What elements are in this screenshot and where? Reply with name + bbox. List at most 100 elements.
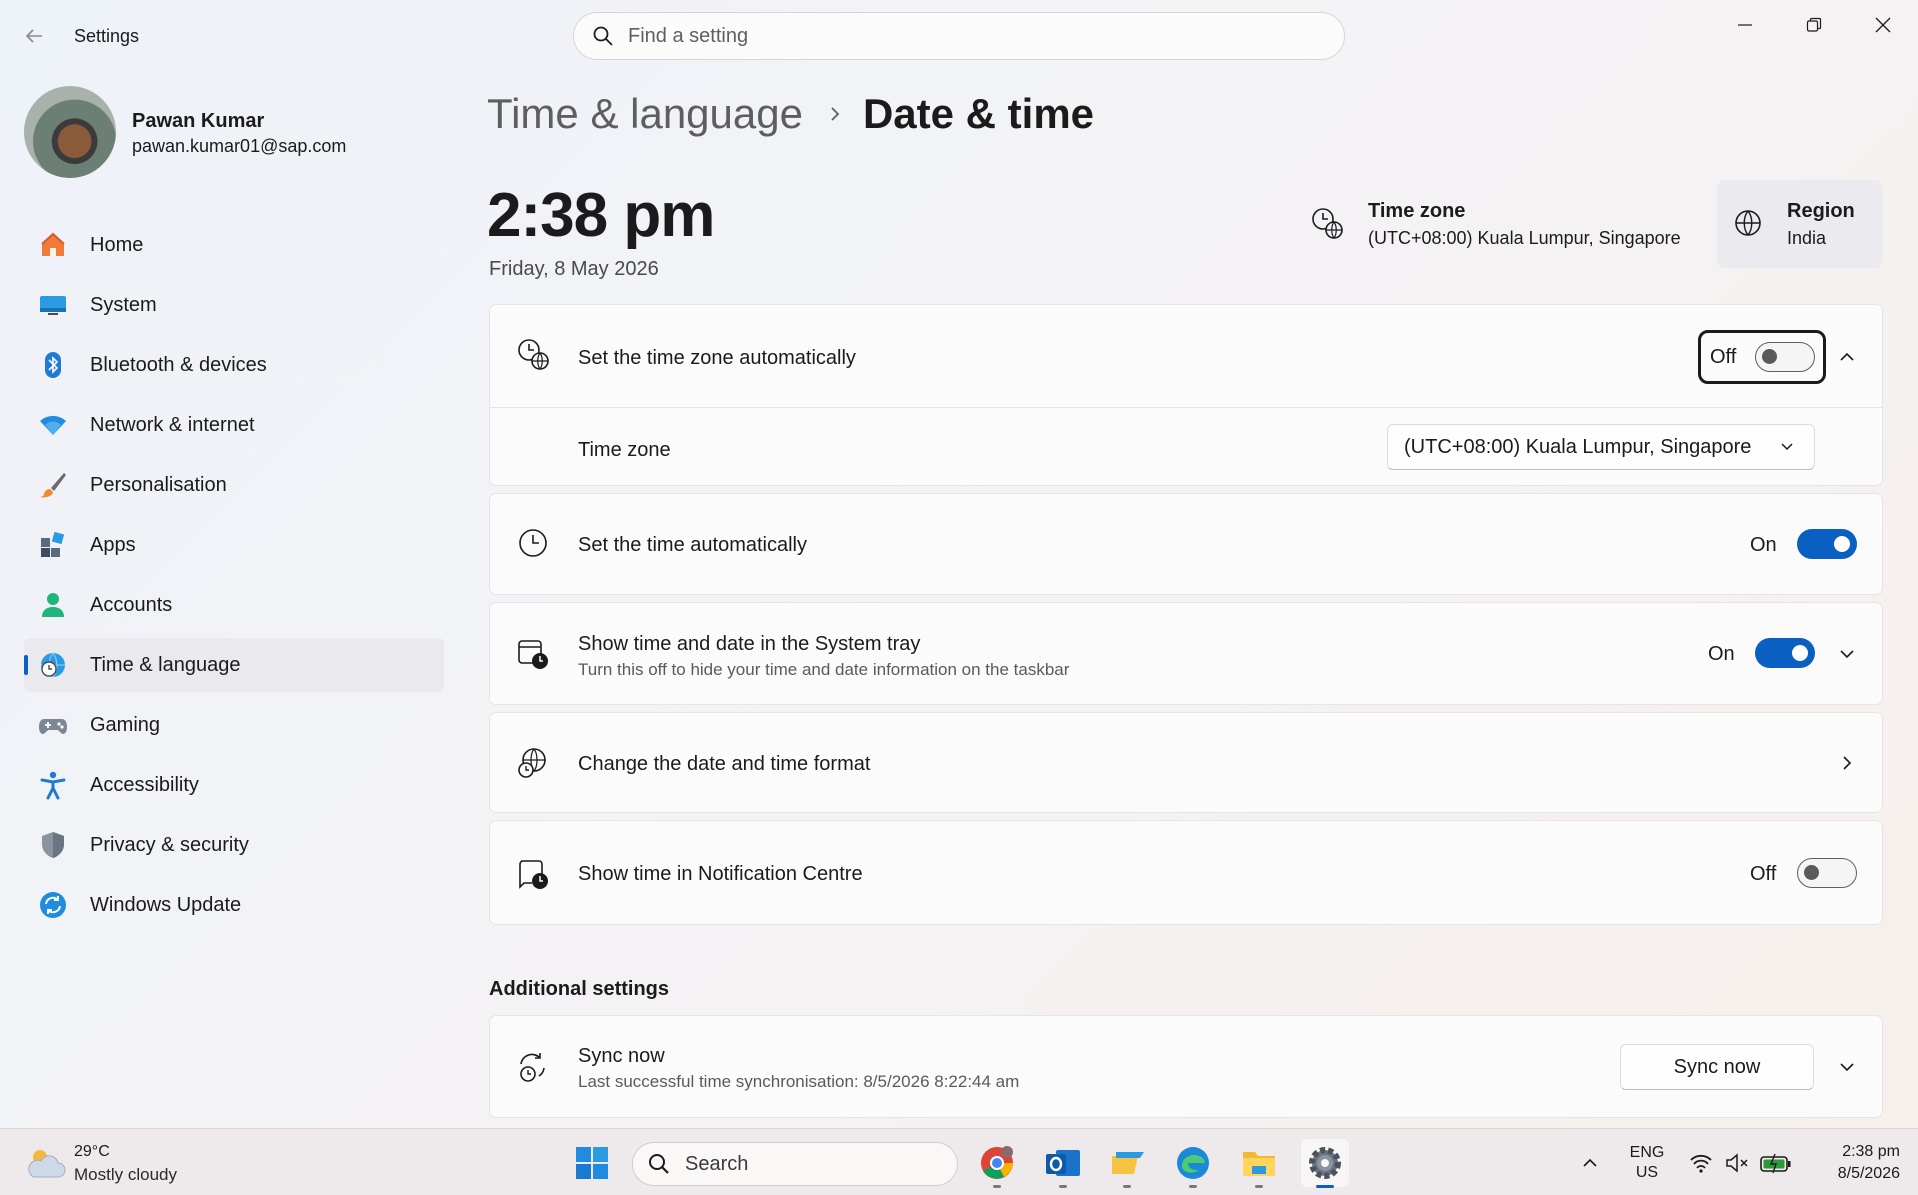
sidebar-item-label: Time & language <box>90 653 241 676</box>
minimize-button[interactable] <box>1722 10 1768 40</box>
weather-temp: 29°C <box>74 1143 110 1160</box>
chrome-icon <box>981 1146 1013 1179</box>
sidebar-item-label: Apps <box>90 533 136 556</box>
current-date: Friday, 8 May 2026 <box>489 258 659 280</box>
sidebar-item-privacy[interactable]: Privacy & security <box>24 818 444 872</box>
restore-button[interactable] <box>1791 10 1837 40</box>
auto-timezone-toggle[interactable] <box>1755 342 1815 372</box>
settings-search[interactable] <box>573 12 1345 60</box>
expand-button[interactable] <box>1832 1052 1862 1082</box>
battery-tray[interactable] <box>1760 1151 1792 1175</box>
sync-card: Sync now Last successful time synchronis… <box>489 1015 1883 1118</box>
sidebar-item-windows-update[interactable]: Windows Update <box>24 878 444 932</box>
bluetooth-icon <box>38 350 68 380</box>
calendar-clock-icon <box>516 637 550 671</box>
sync-now-button[interactable]: Sync now <box>1620 1044 1814 1090</box>
breadcrumb: Time & language Date & time <box>487 86 1094 142</box>
apps-icon <box>38 530 68 560</box>
running-indicator <box>1316 1185 1334 1188</box>
divider <box>490 407 1882 408</box>
notification-centre-toggle[interactable] <box>1797 858 1857 888</box>
system-tray-toggle[interactable] <box>1755 638 1815 668</box>
time-zone-dropdown[interactable]: (UTC+08:00) Kuala Lumpur, Singapore <box>1387 424 1815 470</box>
keyboard-region: US <box>1635 1164 1659 1181</box>
chevron-up-icon <box>1840 352 1854 361</box>
taskbar-app-file-explorer[interactable] <box>1235 1139 1283 1188</box>
sidebar-item-label: Privacy & security <box>90 833 249 856</box>
date-format-card[interactable]: Change the date and time format <box>489 712 1883 813</box>
sidebar-item-network[interactable]: Network & internet <box>24 398 444 452</box>
sidebar-item-accessibility[interactable]: Accessibility <box>24 758 444 812</box>
time-zone-value: (UTC+08:00) Kuala Lumpur, Singapore <box>1368 228 1681 248</box>
user-profile[interactable]: Pawan Kumar pawan.kumar01@sap.com <box>24 86 444 180</box>
avatar <box>24 86 116 178</box>
system-tray-card: Show time and date in the System tray Tu… <box>489 602 1883 705</box>
system-tray-state: On <box>1708 643 1735 665</box>
sync-clock-icon <box>516 1050 550 1084</box>
sync-subtitle: Last successful time synchronisation: 8/… <box>578 1072 1020 1091</box>
settings-icon <box>1309 1147 1341 1179</box>
globe-clock-icon <box>38 650 68 680</box>
network-tray[interactable] <box>1688 1151 1714 1175</box>
system-icon <box>38 290 68 320</box>
sidebar-item-personalisation[interactable]: Personalisation <box>24 458 444 512</box>
running-indicator <box>1123 1185 1131 1188</box>
back-button[interactable] <box>22 24 46 48</box>
start-button[interactable] <box>568 1139 616 1187</box>
time-zone-title: Time zone <box>1368 200 1466 222</box>
search-icon <box>593 26 613 46</box>
taskbar: 29°C Mostly cloudy Search ENG US 2:38 pm… <box>0 1128 1918 1195</box>
taskbar-app-edge[interactable] <box>1169 1139 1217 1188</box>
input-language[interactable]: ENG US <box>1622 1143 1672 1183</box>
additional-settings-heading: Additional settings <box>489 978 669 1000</box>
region-card[interactable]: Region India <box>1717 180 1883 268</box>
taskbar-search[interactable]: Search <box>632 1142 958 1186</box>
chevron-right-icon <box>1843 756 1852 770</box>
taskbar-clock[interactable]: 2:38 pm 8/5/2026 <box>1800 1141 1900 1185</box>
show-hidden-icons-button[interactable] <box>1578 1151 1602 1175</box>
sidebar-item-home[interactable]: Home <box>24 218 444 272</box>
weather-widget[interactable]: 29°C Mostly cloudy <box>24 1141 224 1187</box>
clock-icon <box>516 526 550 560</box>
taskbar-app-outlook[interactable] <box>1039 1139 1087 1188</box>
sidebar-item-label: Network & internet <box>90 413 255 436</box>
sidebar-item-apps[interactable]: Apps <box>24 518 444 572</box>
volume-tray[interactable] <box>1724 1151 1750 1175</box>
home-icon <box>38 230 68 260</box>
minimize-icon <box>1738 24 1752 26</box>
chevron-down-icon <box>1840 650 1854 659</box>
sidebar-item-label: Bluetooth & devices <box>90 353 267 376</box>
settings-window: Settings Pawan Kumar pawan.kumar01@sap.c… <box>0 0 1918 1128</box>
taskbar-app-sticky-notes[interactable] <box>1103 1139 1151 1188</box>
sidebar-item-accounts[interactable]: Accounts <box>24 578 444 632</box>
close-button[interactable] <box>1860 10 1906 40</box>
sidebar-item-system[interactable]: System <box>24 278 444 332</box>
running-indicator <box>1059 1185 1067 1188</box>
accessibility-icon <box>38 770 68 800</box>
expand-button[interactable] <box>1832 639 1862 669</box>
account-icon <box>38 590 68 620</box>
taskbar-app-chrome[interactable] <box>973 1139 1021 1188</box>
edge-icon <box>1177 1147 1209 1179</box>
sticky-notes-icon <box>1112 1152 1144 1174</box>
open-button[interactable] <box>1832 748 1862 778</box>
sidebar-item-bluetooth[interactable]: Bluetooth & devices <box>24 338 444 392</box>
language-code: ENG <box>1629 1144 1665 1161</box>
sidebar-item-label: Gaming <box>90 713 161 736</box>
taskbar-app-settings[interactable] <box>1301 1139 1349 1188</box>
running-indicator <box>1189 1185 1197 1188</box>
sidebar-item-gaming[interactable]: Gaming <box>24 698 444 752</box>
collapse-button[interactable] <box>1832 342 1862 372</box>
auto-time-toggle[interactable] <box>1797 529 1857 559</box>
sidebar-item-label: Accounts <box>90 593 173 616</box>
sidebar-item-time-language[interactable]: Time & language <box>24 638 444 692</box>
start-icon <box>576 1147 608 1179</box>
notification-centre-card: Show time in Notification Centre Off <box>489 820 1883 925</box>
breadcrumb-parent[interactable]: Time & language <box>487 90 803 138</box>
gamepad-icon <box>38 710 68 740</box>
auto-timezone-card: Set the time zone automatically Off Time… <box>489 304 1883 486</box>
search-input[interactable] <box>628 24 1308 48</box>
sidebar-item-label: Windows Update <box>90 893 242 916</box>
page-title: Date & time <box>862 90 1095 137</box>
taskbar-time: 2:38 pm <box>1842 1143 1900 1160</box>
